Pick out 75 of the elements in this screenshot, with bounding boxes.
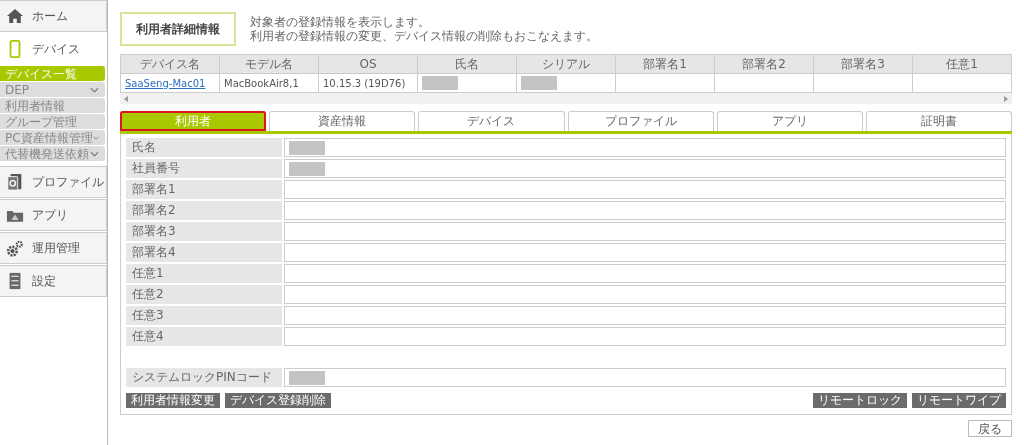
cell-text: MacBookAir8,1 bbox=[224, 77, 299, 89]
action-button[interactable]: リモートワイプ bbox=[912, 393, 1006, 408]
nav-item[interactable]: アプリ bbox=[0, 199, 107, 231]
input-field[interactable] bbox=[284, 368, 1006, 387]
action-button[interactable]: 利用者情報変更 bbox=[126, 393, 220, 408]
field-label: 任意4 bbox=[126, 327, 282, 346]
chevron-down-icon bbox=[92, 134, 99, 141]
description-text: 対象者の登録情報を表示します。 bbox=[250, 15, 431, 29]
column-header: 任意1 bbox=[913, 55, 1012, 74]
submenu-label: DEP bbox=[5, 82, 30, 97]
submenu-label: 代替機発送依頼 bbox=[5, 146, 89, 161]
field-label: 部署名3 bbox=[126, 222, 282, 241]
field-label: 部署名1 bbox=[126, 180, 282, 199]
tab[interactable]: プロファイル bbox=[567, 111, 714, 131]
scroll-left-icon[interactable] bbox=[124, 95, 128, 102]
page-title: 利用者詳細情報 bbox=[120, 12, 236, 46]
column-header: 部署名3 bbox=[814, 55, 913, 74]
back-button[interactable]: 戻る bbox=[968, 420, 1012, 437]
column-header: 部署名2 bbox=[715, 55, 814, 74]
document-gear-icon bbox=[6, 173, 24, 191]
tab[interactable]: 証明書 bbox=[865, 111, 1013, 131]
input-field[interactable] bbox=[284, 243, 1006, 262]
submenu-label: PC資産情報管理 bbox=[5, 130, 93, 145]
field-label: 任意3 bbox=[126, 306, 282, 325]
chevron-down-icon bbox=[90, 86, 99, 93]
redaction-block bbox=[289, 370, 325, 385]
input-field[interactable] bbox=[284, 264, 1006, 283]
nav-label: プロファイル bbox=[32, 173, 104, 191]
device-link[interactable]: SaaSeng-Mac01 bbox=[125, 77, 206, 89]
nav-label: デバイス bbox=[32, 40, 80, 58]
field-label: 任意1 bbox=[126, 264, 282, 283]
gears-icon bbox=[6, 239, 24, 257]
redaction-block bbox=[289, 140, 325, 155]
nav-item[interactable]: 運用管理 bbox=[0, 232, 107, 264]
input-field[interactable] bbox=[284, 180, 1006, 199]
submenu-label: グループ管理 bbox=[5, 114, 77, 129]
tab[interactable]: デバイス bbox=[418, 111, 565, 131]
submenu-label: デバイス一覧 bbox=[5, 66, 77, 81]
input-field[interactable] bbox=[284, 138, 1006, 157]
nav-item[interactable]: ホーム bbox=[0, 0, 107, 32]
redaction-block bbox=[289, 161, 325, 176]
column-header: 氏名 bbox=[418, 55, 517, 74]
column-header: OS bbox=[319, 55, 418, 74]
column-header: デバイス名 bbox=[121, 55, 220, 74]
horizontal-scrollbar[interactable] bbox=[120, 93, 1012, 104]
field-label: 氏名 bbox=[126, 138, 282, 157]
cell-text: 10.15.3 (19D76) bbox=[323, 77, 406, 89]
home-icon bbox=[6, 8, 24, 24]
action-button[interactable]: デバイス登録削除 bbox=[225, 393, 331, 408]
input-field[interactable] bbox=[284, 159, 1006, 178]
scroll-right-icon[interactable] bbox=[1004, 95, 1008, 102]
input-field[interactable] bbox=[284, 222, 1006, 241]
nav-label: 運用管理 bbox=[32, 239, 80, 257]
tab[interactable]: アプリ bbox=[716, 111, 863, 131]
column-header: モデル名 bbox=[220, 55, 319, 74]
column-header: 部署名1 bbox=[616, 55, 715, 74]
input-field[interactable] bbox=[284, 306, 1006, 325]
nav-label: ホーム bbox=[32, 7, 68, 25]
nav-label: 設定 bbox=[32, 272, 56, 290]
field-label: 社員番号 bbox=[126, 159, 282, 178]
input-field[interactable] bbox=[284, 327, 1006, 346]
nav-label: アプリ bbox=[32, 206, 68, 224]
nav-item[interactable]: プロファイル bbox=[0, 166, 107, 198]
action-button[interactable]: リモートロック bbox=[813, 393, 907, 408]
nav-item[interactable]: 設定 bbox=[0, 265, 107, 297]
description-text: 利用者の登録情報の変更、デバイス情報の削除もおこなえます。 bbox=[250, 29, 598, 43]
field-label: 部署名2 bbox=[126, 201, 282, 220]
field-label: システムロックPINコード bbox=[126, 368, 282, 387]
submenu-label: 利用者情報 bbox=[5, 98, 65, 113]
field-label: 部署名4 bbox=[126, 243, 282, 262]
column-header: シリアル bbox=[517, 55, 616, 74]
input-field[interactable] bbox=[284, 201, 1006, 220]
tab[interactable]: 資産情報 bbox=[269, 111, 416, 131]
field-label: 任意2 bbox=[126, 285, 282, 304]
input-field[interactable] bbox=[284, 285, 1006, 304]
